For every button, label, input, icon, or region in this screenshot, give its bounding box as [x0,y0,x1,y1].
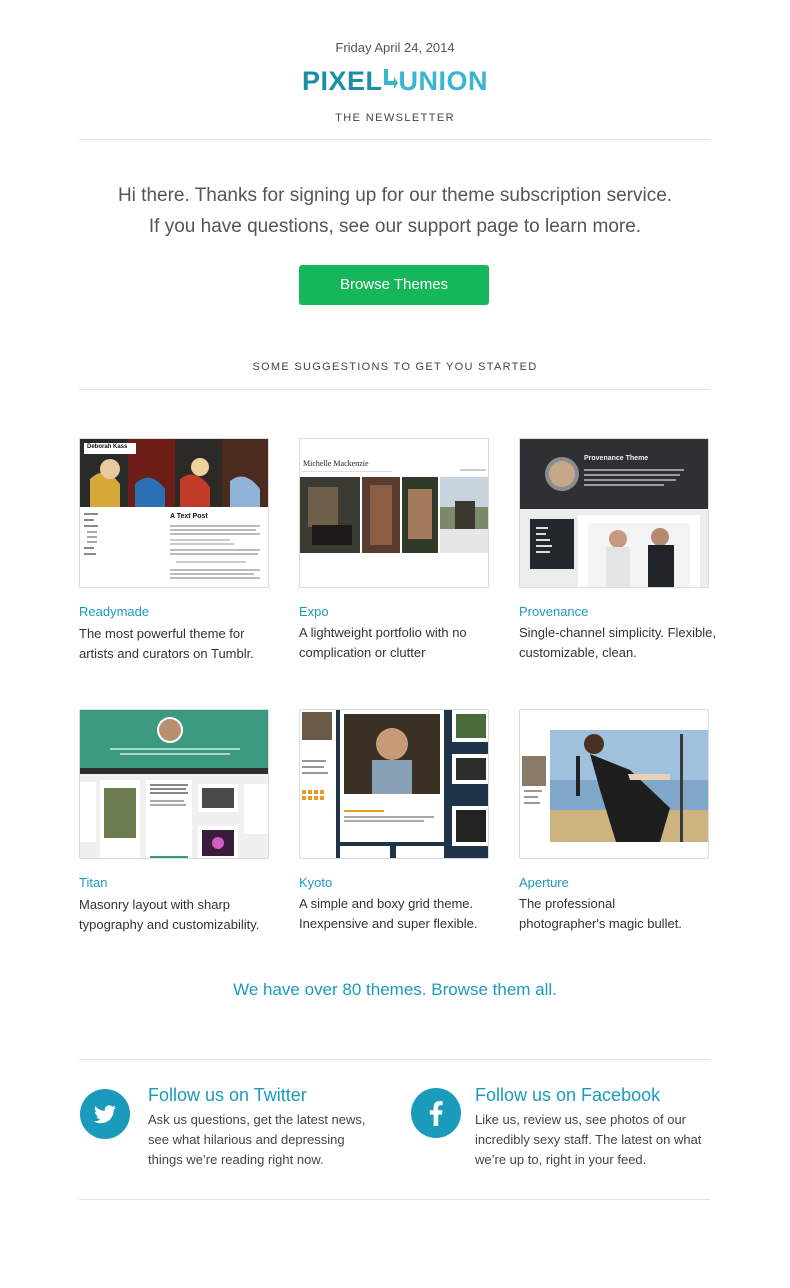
theme-desc-expo: A lightweight portfolio with no complica… [299,625,467,660]
intro-text: Hi there. Thanks for signing up for our … [0,180,790,242]
theme-thumbnail-provenance[interactable]: Provenance Theme [519,438,709,588]
provenance-thumb-title: Provenance Theme [584,455,649,462]
twitter-bird-icon [94,1105,116,1124]
intro-line-1: Hi there. Thanks for signing up for our … [117,185,673,206]
browse-all-themes-link[interactable]: We have over 80 themes. Browse them all. [0,980,790,1000]
theme-desc-kyoto: A simple and boxy grid theme. Inexpensiv… [299,896,478,931]
pixel-union-logo[interactable]: PIXEL UNION [0,66,790,98]
twitter-button[interactable] [80,1089,130,1139]
theme-thumbnail-kyoto[interactable] [299,709,489,859]
twitter-follow-title[interactable]: Follow us on Twitter [148,1085,307,1106]
theme-desc-titan: Masonry layout with sharp typography and… [79,897,260,932]
logo-arrow-icon [383,65,398,96]
social-divider-bottom [79,1199,710,1200]
facebook-follow-title[interactable]: Follow us on Facebook [475,1085,660,1106]
theme-thumbnail-titan[interactable] [79,709,269,859]
suggestions-heading: SOME SUGGESTIONS TO GET YOU STARTED [252,361,538,373]
logo-text-left: PIXEL [301,66,383,96]
intro-line-2: If you have questions, see our support p… [148,216,642,237]
theme-thumbnail-readymade[interactable]: Deborah Kass A Text Post [79,438,269,588]
theme-name-aperture[interactable]: Aperture [519,875,569,890]
theme-name-readymade[interactable]: Readymade [79,604,149,619]
theme-name-expo[interactable]: Expo [299,604,329,619]
expo-thumb-title: Michelle Mackenzie [303,459,369,468]
social-divider-top [79,1059,710,1060]
facebook-button[interactable] [411,1088,461,1138]
theme-name-kyoto[interactable]: Kyoto [299,875,332,890]
twitter-follow-text: Ask us questions, get the latest news, s… [148,1112,366,1167]
newsletter-subtitle: THE NEWSLETTER [335,112,455,124]
readymade-thumb-title: Deborah Kass [87,444,128,450]
newsletter-date: Friday April 24, 2014 [335,40,455,55]
readymade-thumb-post-title: A Text Post [170,513,208,520]
theme-name-provenance[interactable]: Provenance [519,604,588,619]
facebook-f-icon [429,1101,443,1126]
theme-name-titan[interactable]: Titan [79,875,107,890]
facebook-follow-text: Like us, review us, see photos of our in… [475,1112,702,1167]
logo-text-right: UNION [398,66,489,96]
theme-thumbnail-expo[interactable]: Michelle Mackenzie [299,438,489,588]
theme-thumbnail-aperture[interactable] [519,709,709,859]
theme-desc-aperture: The professional photographer's magic bu… [519,896,682,931]
theme-desc-provenance: Single-channel simplicity. Flexible, cus… [519,625,717,660]
suggestions-divider [79,389,710,390]
theme-desc-readymade: The most powerful theme for artists and … [79,626,254,661]
browse-themes-button[interactable]: Browse Themes [299,265,489,305]
header-divider [79,139,710,140]
